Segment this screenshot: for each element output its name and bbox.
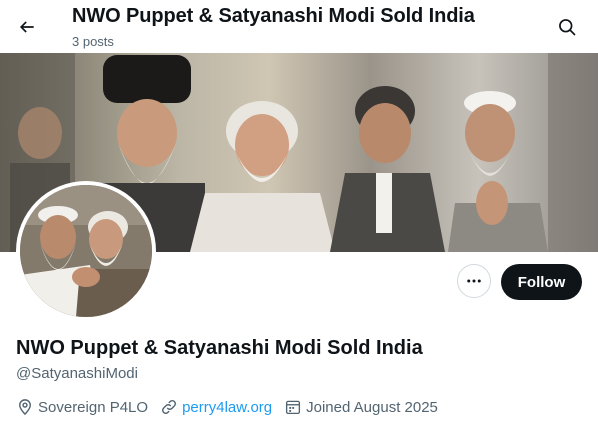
profile-meta: Sovereign P4LO perry4law.org Joined Augu… (16, 396, 450, 418)
follow-button[interactable]: Follow (501, 264, 582, 300)
more-dots-icon (467, 279, 481, 283)
joined-text: Joined August 2025 (306, 398, 438, 416)
location-text: Sovereign P4LO (38, 398, 149, 416)
header-title: NWO Puppet & Satyanashi Modi Sold India (72, 5, 475, 27)
search-icon (559, 19, 576, 36)
website-link[interactable]: perry4law.org (182, 399, 272, 416)
website-item[interactable]: perry4law.org (160, 398, 272, 416)
avatar[interactable] (16, 181, 156, 321)
arrow-left-icon (19, 21, 34, 33)
display-name: NWO Puppet & Satyanashi Modi Sold India (16, 337, 423, 359)
more-options-button[interactable] (457, 264, 491, 298)
back-button[interactable] (10, 10, 44, 44)
profile-header: NWO Puppet & Satyanashi Modi Sold India … (0, 0, 598, 53)
post-count: 3 posts (72, 34, 114, 49)
user-handle: @SatyanashiModi (16, 365, 138, 382)
link-icon (162, 400, 177, 414)
joined-item: Joined August 2025 (284, 398, 438, 416)
location-item: Sovereign P4LO (16, 398, 148, 416)
calendar-icon (286, 400, 301, 415)
location-pin-icon (19, 399, 31, 416)
avatar-image (20, 185, 152, 317)
search-button[interactable] (550, 10, 584, 44)
